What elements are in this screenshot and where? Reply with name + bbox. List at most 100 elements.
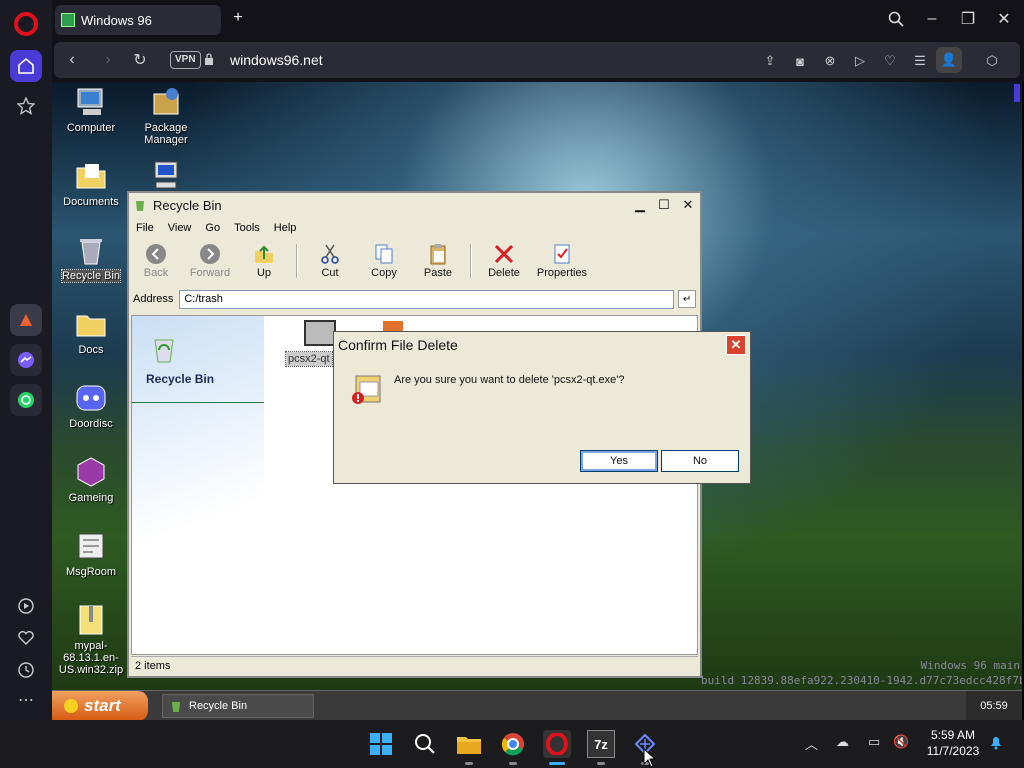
camera-icon[interactable]: ◙ [790,51,810,71]
clipboard-icon [427,243,449,265]
desktop-icon-gameing[interactable]: Gameing [53,456,129,504]
star-icon[interactable] [10,90,42,122]
file-explorer-icon[interactable] [455,730,483,758]
desktop-icon-computer[interactable]: Computer [53,86,129,134]
seven-zip-icon[interactable]: 7z [587,730,615,758]
tray-overflow-icon[interactable]: ︿ [805,734,818,753]
opera-logo-icon[interactable] [14,12,38,36]
minimize-button[interactable]: – [920,8,944,30]
dialog-titlebar[interactable]: Confirm File Delete [334,332,750,358]
desktop-icon-doordisc[interactable]: Doordisc [53,382,129,430]
address-input[interactable]: C:/trash [179,289,675,309]
volume-muted-icon[interactable]: 🔇 [893,734,909,750]
dialog-title: Confirm File Delete [338,337,458,353]
taskbar-item-recycle-bin[interactable]: Recycle Bin [162,694,314,718]
build-watermark-line2: build 12839.88efa922.230410-1942.d77c73e… [701,674,1022,687]
restore-button[interactable]: ❐ [956,8,980,30]
w96-taskbar: start Recycle Bin 05:59 [52,690,1022,721]
menu-tools[interactable]: Tools [227,219,267,239]
page-scroll-indicator[interactable] [1014,84,1020,102]
search-taskbar-icon[interactable] [411,730,439,758]
desktop-icon-package-manager[interactable]: Package Manager [128,86,204,146]
opera-taskbar-icon[interactable] [543,730,571,758]
menu-help[interactable]: Help [267,219,304,239]
history-icon[interactable] [10,654,42,686]
windows96-favicon-icon [61,13,75,27]
file-label[interactable]: pcsx2-qt [285,351,333,367]
heart-outline-icon[interactable]: ♡ [880,51,900,71]
onedrive-icon[interactable]: ☁ [836,734,849,750]
player-icon[interactable] [10,590,42,622]
yes-button[interactable]: Yes [580,450,658,472]
cut-button[interactable]: Cut [303,241,357,281]
icon-label: MsgRoom [65,566,117,578]
window-close-button[interactable]: ✕ [678,196,698,214]
tab-windows96[interactable]: Windows 96 [55,5,221,35]
paste-button[interactable]: Paste [411,241,465,281]
forward-icon [199,243,221,265]
menu-file[interactable]: File [129,219,161,239]
system-taskbar: 7z ︿ ☁ ▭ 🔇 5:59 AM 11/7/2023 [0,720,1024,768]
opera-sidebar: ⋯ [0,0,52,720]
forward-arrow-icon[interactable]: › [98,50,118,70]
icon-label: Gameing [68,492,114,504]
menu-view[interactable]: View [161,219,199,239]
messenger-icon[interactable] [10,344,42,376]
close-button[interactable]: ✕ [992,8,1016,30]
scissors-icon [319,243,341,265]
properties-button[interactable]: Properties [531,241,593,281]
profile-icon[interactable]: 👤 [936,47,962,73]
notification-bell-icon[interactable] [988,734,1004,753]
package-manager-icon [150,86,182,118]
delete-button[interactable]: Delete [477,241,531,281]
back-button[interactable]: Back [129,241,183,281]
desktop-icon-docs[interactable]: Docs [53,308,129,356]
exe-file-icon[interactable] [304,320,336,346]
w96-clock[interactable]: 05:59 [966,691,1022,721]
system-date: 11/7/2023 [926,744,980,758]
easy-setup-icon[interactable]: ☰ [910,51,930,71]
up-folder-icon [253,243,275,265]
send-icon[interactable]: ▷ [850,51,870,71]
vpn-badge[interactable]: VPN [170,51,201,69]
desktop-icon-recycle-bin[interactable]: Recycle Bin [53,234,129,283]
copy-icon [373,243,395,265]
dialog-close-icon[interactable]: ✕ [726,335,746,355]
extensions-cube-icon[interactable]: ⬡ [982,51,1002,71]
confirm-delete-dialog: Confirm File Delete ✕ Are you sure you w… [333,331,751,484]
system-clock[interactable]: 5:59 AM 11/7/2023 [918,727,988,759]
up-button[interactable]: Up [237,241,291,281]
chrome-icon[interactable] [499,730,527,758]
new-tab-button[interactable]: + [228,8,248,28]
desktop-icon-mypal-zip[interactable]: mypal-68.13.1.en-US.win32.zip [53,604,129,676]
copy-button[interactable]: Copy [357,241,411,281]
delete-warning-icon [352,375,381,404]
start-button[interactable]: start [52,691,148,721]
system-time: 5:59 AM [930,728,976,742]
desktop-icon-msgroom[interactable]: MsgRoom [53,530,129,578]
window-minimize-button[interactable]: ▁ [630,196,650,214]
search-icon[interactable] [884,8,908,30]
aria-icon[interactable] [10,304,42,336]
reload-icon[interactable]: ↻ [130,50,150,70]
back-arrow-icon[interactable]: ‹ [62,50,82,70]
home-icon[interactable] [10,50,42,82]
adblock-icon[interactable]: ⊗ [820,51,840,71]
heart-icon[interactable] [10,622,42,654]
window-maximize-button[interactable]: ☐ [654,196,674,214]
menu-go[interactable]: Go [198,219,227,239]
window-titlebar[interactable]: Recycle Bin ▁ ☐ ✕ [129,193,700,217]
share-icon[interactable]: ⇪ [760,51,780,71]
mouse-cursor-icon [643,748,657,768]
no-button[interactable]: No [661,450,739,472]
go-arrow-icon[interactable]: ↵ [678,290,696,308]
url-text[interactable]: windows96.net [230,52,323,68]
monitor-icon[interactable]: ▭ [868,734,880,750]
more-icon[interactable]: ⋯ [10,684,42,716]
windows-start-icon[interactable] [367,730,395,758]
forward-button[interactable]: Forward [183,241,237,281]
recycle-bin-small-icon [136,201,144,211]
whatsapp-icon[interactable] [10,384,42,416]
desktop-icon-documents[interactable]: Documents [53,160,129,208]
running-indicator [597,762,605,765]
